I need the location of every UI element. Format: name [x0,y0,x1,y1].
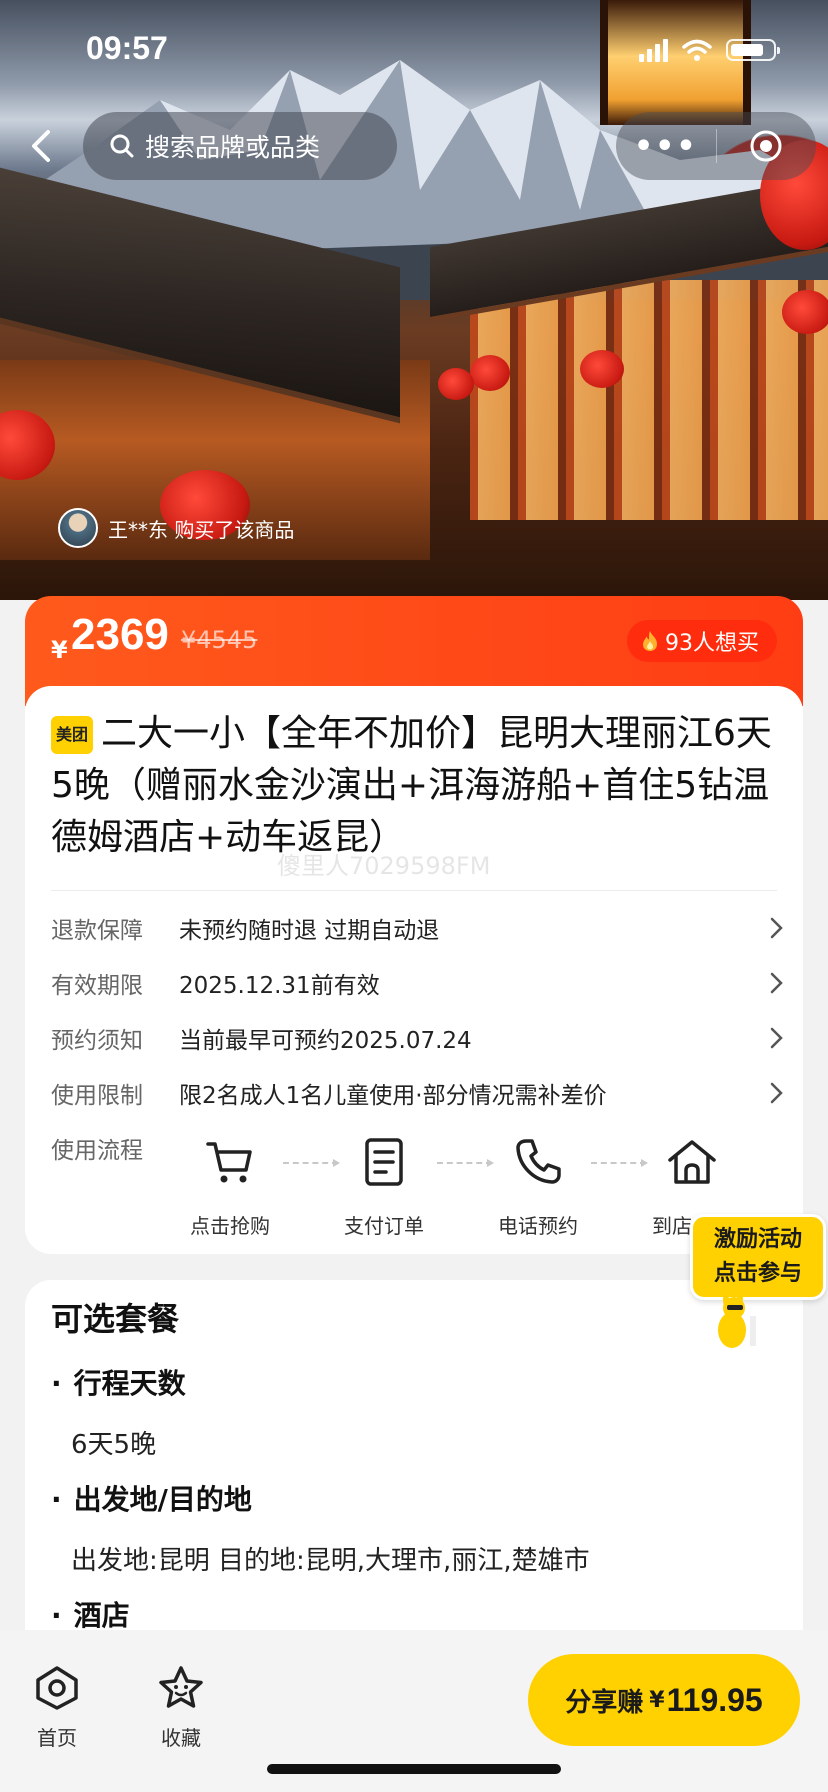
option-value[interactable]: 出发地:昆明 目的地:昆明,大理市,丽江,楚雄市 [71,1540,590,1577]
chevron-right-icon [770,972,783,994]
close-button[interactable] [717,128,817,164]
buyer-text: 王**东 购买了该商品 [108,517,295,542]
star-icon [159,1666,203,1708]
share-currency: ¥ [649,1687,665,1713]
phone-icon [516,1139,561,1184]
option-heading: 出发地/目的地 [51,1478,252,1518]
chevron-right-icon [770,917,783,939]
flow-step: 点击抢购 [175,1134,285,1239]
tab-home-label: 首页 [37,1726,77,1750]
cart-icon [206,1142,252,1183]
status-time: 09:57 [86,30,168,66]
product-title-block: 美团 二大一小【全年不加价】昆明大理丽江6天5晚（赠丽水金沙演出+洱海游船+首住5… [51,708,791,864]
row-value: 限2名成人1名儿童使用·部分情况需补差价 [179,1083,607,1109]
activity-panel: 激励活动 点击参与 [690,1214,826,1300]
battery-icon [726,39,780,61]
row-value: 当前最早可预约2025.07.24 [179,1028,472,1054]
document-icon [365,1138,403,1186]
info-row-restriction[interactable]: 使用限制 限2名成人1名儿童使用·部分情况需补差价 [51,1073,791,1113]
red-lantern [580,350,624,388]
flow-step: 电话预约 [483,1134,593,1239]
info-row-validity[interactable]: 有效期限 2025.12.31前有效 [51,963,791,1003]
info-row-booking[interactable]: 预约须知 当前最早可预约2025.07.24 [51,1018,791,1058]
wifi-icon [682,39,712,61]
want-count: 93人想买 [665,631,759,656]
search-icon [110,134,134,158]
tab-favorite[interactable]: 收藏 [136,1664,226,1751]
info-row-refund[interactable]: 退款保障 未预约随时退 过期自动退 [51,908,791,948]
flame-icon [643,631,657,651]
home-icon [36,1666,78,1710]
tab-home[interactable]: 首页 [12,1664,102,1751]
status-icons [639,38,780,62]
search-input[interactable]: 搜索品牌或品类 [83,112,397,180]
section-title: 可选套餐 [51,1300,180,1338]
meituan-logo: 美团 [51,716,93,754]
avatar [58,508,98,548]
signal-icon [639,38,668,62]
flow-step: 支付订单 [329,1134,439,1239]
activity-badge[interactable]: 激励活动 点击参与 [690,1214,826,1350]
activity-line2: 点击参与 [713,1261,802,1286]
red-lantern [438,368,474,400]
building-right [470,280,828,520]
flow-step-label: 支付订单 [344,1214,424,1238]
divider [51,890,777,891]
red-lantern [782,290,828,334]
kangaroo-mascot-icon [718,1294,756,1348]
currency-symbol: ¥ [51,636,68,664]
share-label: 分享赚 [565,1687,644,1718]
activity-line1: 激励活动 [713,1227,802,1252]
target-icon [750,130,782,162]
row-label: 预约须知 [51,1028,143,1054]
tab-favorite-label: 收藏 [161,1726,201,1750]
flow-step-label: 电话预约 [498,1214,578,1238]
row-value: 未预约随时退 过期自动退 [179,918,440,944]
share-amount: 119.95 [666,1681,763,1718]
home-indicator [267,1764,561,1774]
house-icon [668,1140,716,1184]
row-label: 使用限制 [51,1083,143,1109]
product-title: 二大一小【全年不加价】昆明大理丽江6天5晚（赠丽水金沙演出+洱海游船+首住5钻温… [51,713,772,858]
current-price: 2369 [71,610,169,659]
watermark: 傻里人7029598FM [277,852,491,880]
option-heading: 行程天数 [51,1362,186,1402]
flow-step-label: 点击抢购 [190,1214,270,1238]
row-value: 2025.12.31前有效 [179,973,380,999]
row-label: 使用流程 [51,1138,143,1164]
red-lantern [470,355,510,391]
search-placeholder: 搜索品牌或品类 [145,133,321,162]
package-options: 可选套餐 行程天数 6天5晚 出发地/目的地 出发地:昆明 目的地:昆明,大理市… [25,1280,803,1640]
recent-buyer-ticker: 王**东 购买了该商品 [58,508,294,548]
chevron-right-icon [770,1082,783,1104]
option-heading: 酒店 [51,1594,130,1634]
share-earn-button[interactable]: 分享赚 ¥ 119.95 [528,1654,800,1746]
mini-program-capsule: ••• [616,112,816,180]
more-button[interactable]: ••• [616,129,716,164]
row-label: 退款保障 [51,918,143,944]
product-card: 美团 二大一小【全年不加价】昆明大理丽江6天5晚（赠丽水金沙演出+洱海游船+首住5… [25,686,803,1254]
original-price: ¥4545 [181,626,258,654]
row-label: 有效期限 [51,973,143,999]
chevron-right-icon [770,1027,783,1049]
option-value[interactable]: 6天5晚 [71,1424,156,1461]
hanging-lantern [600,0,751,125]
back-icon[interactable] [22,126,62,166]
want-badge: 93人想买 [627,620,777,662]
